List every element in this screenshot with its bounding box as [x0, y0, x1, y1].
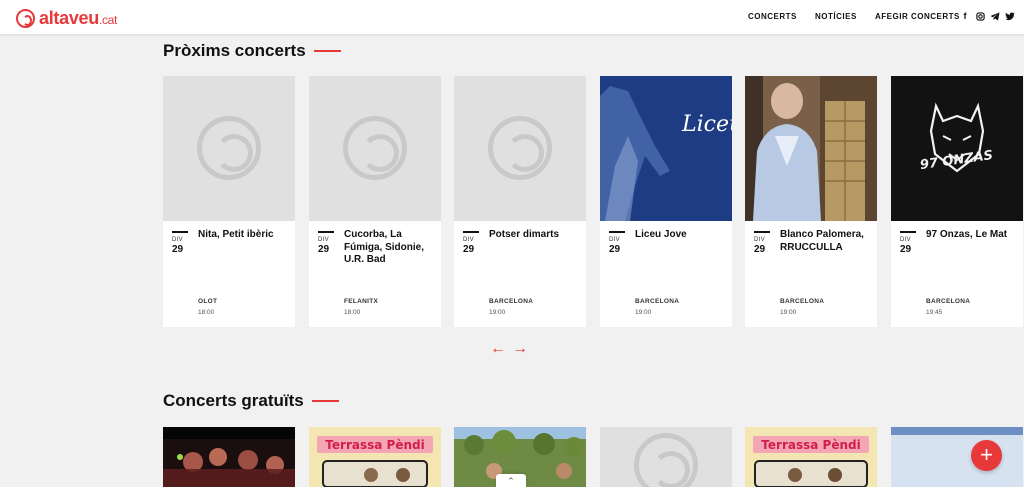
concert-card[interactable]: DIV 29 Potser dimarts BARCELONA 19:00 [454, 76, 586, 327]
add-concert-button[interactable]: + [971, 440, 1002, 471]
concert-title: Nita, Petit ibèric [198, 229, 274, 240]
concert-date: DIV 29 [754, 231, 770, 255]
concert-image-placeholder [309, 76, 441, 221]
terrassa-poster-text: Terrassa Pèndi [325, 438, 424, 452]
title-underline [313, 50, 341, 52]
concert-city: BARCELONA [489, 298, 534, 305]
concert-card[interactable]: Liceu Jove DIV29 Liceu Jove BARCELONA 19… [600, 76, 732, 327]
concert-city: FELANITX [344, 298, 379, 305]
concert-time: 19:00 [635, 309, 652, 316]
concert-city: BARCELONA [780, 298, 825, 305]
concert-image-liceu: Liceu Jove [600, 76, 732, 221]
section-title-upcoming: Pròxims concerts [163, 41, 341, 61]
free-concert-card[interactable] [891, 427, 1023, 487]
concert-image-placeholder [454, 76, 586, 221]
concert-date: DIV 29 [318, 231, 334, 255]
prev-arrow-icon[interactable]: ← [490, 341, 506, 357]
speaker-placeholder-icon [488, 116, 552, 180]
concert-card[interactable]: 97 ONZAS DIV 29 97 Onzas, Le Mat BARCELON… [891, 76, 1023, 327]
section-title-text: Concerts gratuïts [163, 391, 304, 410]
top-header: altaveu.cat CONCERTS NOTÍCIES AFEGIR CON… [0, 0, 1024, 35]
concert-date: DIV 29 [463, 231, 479, 255]
social-links: f [960, 10, 1015, 22]
concert-title: Liceu Jove [635, 229, 687, 240]
concert-time: 19:00 [780, 309, 797, 316]
free-concert-card[interactable]: Terrassa Pèndi [745, 427, 877, 487]
section-title-text: Pròxims concerts [163, 41, 306, 60]
concert-image-photo [745, 76, 877, 221]
concert-image-onzas: 97 ONZAS [891, 76, 1023, 221]
facebook-icon[interactable]: f [960, 10, 970, 22]
free-concert-image [163, 427, 295, 487]
carousel-arrows: ← → [490, 341, 528, 357]
concert-time: 18:00 [344, 309, 361, 316]
free-concert-card[interactable] [163, 427, 295, 487]
free-concert-image: Terrassa Pèndi [745, 427, 877, 487]
speaker-placeholder-icon [634, 433, 698, 487]
nav-afegir-concerts[interactable]: AFEGIR CONCERTS [875, 12, 960, 21]
concert-city: BARCELONA [635, 298, 680, 305]
concert-image-placeholder [163, 76, 295, 221]
concert-city: OLOT [198, 298, 218, 305]
concert-date: DIV 29 [609, 231, 625, 255]
nav-concerts[interactable]: CONCERTS [748, 12, 797, 21]
site-logo[interactable]: altaveu.cat [16, 8, 117, 29]
concert-time: 19:00 [489, 309, 506, 316]
terrassa-poster-text: Terrassa Pèndi [761, 438, 860, 452]
concert-card[interactable]: DIV 29 Cucorba, La Fúmiga, Sidonie, U.R. … [309, 76, 441, 327]
nav-noticies[interactable]: NOTÍCIES [815, 12, 857, 21]
free-concert-image: Terrassa Pèndi [309, 427, 441, 487]
title-underline [311, 400, 339, 402]
next-arrow-icon[interactable]: → [512, 341, 528, 357]
speaker-logo-icon [16, 9, 35, 28]
concert-title: 97 Onzas, Le Mat [926, 229, 1008, 240]
twitter-icon[interactable] [1005, 10, 1015, 22]
liceu-poster-text: Liceu Jove [681, 112, 732, 137]
concert-date: DIV 29 [172, 231, 188, 255]
free-concert-image [891, 427, 1023, 487]
concert-title: Cucorba, La Fúmiga, Sidonie, U.R. Bad [344, 229, 425, 265]
free-concert-card[interactable]: Terrassa Pèndi [309, 427, 441, 487]
concert-time: 18:00 [198, 309, 215, 316]
concert-card[interactable]: DIV 29 Nita, Petit ibèric OLOT 18:00 [163, 76, 295, 327]
speaker-placeholder-icon [343, 116, 407, 180]
concert-time: 19:45 [926, 309, 943, 316]
free-concert-card[interactable] [600, 427, 732, 487]
speaker-placeholder-icon [197, 116, 261, 180]
telegram-icon[interactable] [990, 10, 1000, 22]
scroll-up-icon[interactable]: ⌃ [496, 474, 526, 487]
brand-name: altaveu [39, 8, 99, 28]
brand-tld: .cat [98, 13, 118, 27]
concert-date: DIV 29 [900, 231, 916, 255]
section-title-free: Concerts gratuïts [163, 391, 339, 411]
concert-card[interactable]: DIV 29 Blanco Palomera, RRUCCULLA BARCELO… [745, 76, 877, 327]
concert-title: Potser dimarts [489, 229, 560, 240]
instagram-icon[interactable] [975, 10, 985, 22]
concert-city: BARCELONA [926, 298, 971, 305]
concert-title: Blanco Palomera, RRUCCULLA [780, 229, 864, 253]
